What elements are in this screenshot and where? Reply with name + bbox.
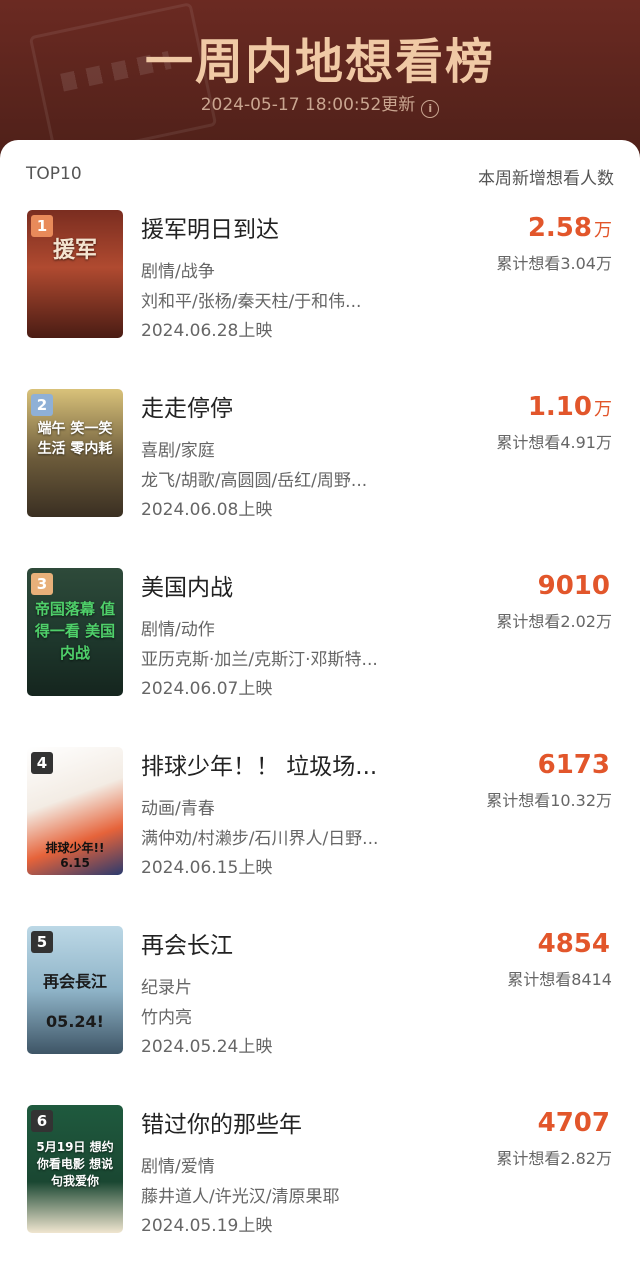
total-want: 累计想看3.04万 xyxy=(496,254,612,273)
rank-badge: 5 xyxy=(31,931,53,953)
movie-title[interactable]: 美国内战 xyxy=(141,568,233,602)
poster-text: 再会長江 05.24! xyxy=(42,972,107,1031)
movie-title[interactable]: 援军明日到达 xyxy=(141,210,279,244)
new-want-count: 1.10 万 xyxy=(528,392,612,422)
header-banner: 一周内地想看榜 2024-05-17 18:00:52更新 i xyxy=(0,0,640,160)
rank-badge: 6 xyxy=(31,1110,53,1132)
release-date: 2024.06.28上映 xyxy=(141,321,273,341)
list-item[interactable]: 排球少年!! 6.15 4 排球少年！！ 垃圾场... 动画/青春 满仲劝/村濑… xyxy=(0,747,640,878)
total-want: 累计想看2.02万 xyxy=(496,612,612,631)
rank-badge: 3 xyxy=(31,573,53,595)
release-date: 2024.05.24上映 xyxy=(141,1037,273,1057)
movie-poster[interactable]: 再会長江 05.24! 5 xyxy=(27,926,123,1054)
new-want-unit: 万 xyxy=(594,220,612,241)
total-want: 累计想看4.91万 xyxy=(496,433,612,452)
total-want: 累计想看10.32万 xyxy=(486,791,612,810)
movie-title[interactable]: 排球少年！！ 垃圾场... xyxy=(141,747,377,781)
new-want-value: 2.58 xyxy=(527,213,592,243)
poster-text: 5月19日 想约你看电影 想说句我爱你 xyxy=(36,1140,114,1188)
rank-badge: 4 xyxy=(31,752,53,774)
poster-text: 帝国落幕 值得一看 美国内战 xyxy=(34,600,116,662)
top10-label: TOP10 xyxy=(26,164,82,184)
info-icon[interactable]: i xyxy=(421,100,440,118)
movie-poster[interactable]: 帝国落幕 值得一看 美国内战 3 xyxy=(27,568,123,696)
update-time: 2024-05-17 18:00:52更新 i xyxy=(0,90,640,118)
movie-title[interactable]: 错过你的那些年 xyxy=(141,1105,302,1139)
release-date: 2024.06.08上映 xyxy=(141,500,273,520)
ranking-card: TOP10 本周新增想看人数 援军 1 援军明日到达 剧情/战争 刘和平/张杨/… xyxy=(0,140,640,1281)
list-item[interactable]: 援军 1 援军明日到达 剧情/战争 刘和平/张杨/秦天柱/于和伟... 2024… xyxy=(0,210,640,341)
movie-genre: 动画/青春 xyxy=(141,799,215,819)
movie-cast: 满仲劝/村濑步/石川界人/日野... xyxy=(141,829,379,849)
list-header: TOP10 本周新增想看人数 xyxy=(0,164,640,189)
movie-poster[interactable]: 排球少年!! 6.15 4 xyxy=(27,747,123,875)
new-want-count: 9010 xyxy=(538,571,612,601)
release-date: 2024.06.07上映 xyxy=(141,679,273,699)
release-date: 2024.05.19上映 xyxy=(141,1216,273,1236)
movie-genre: 纪录片 xyxy=(141,978,192,998)
new-want-count: 4854 xyxy=(538,929,612,959)
movie-genre: 剧情/爱情 xyxy=(141,1157,215,1177)
rank-badge: 1 xyxy=(31,215,53,237)
total-want: 累计想看2.82万 xyxy=(496,1149,612,1168)
new-want-unit: 万 xyxy=(594,399,612,420)
list-item[interactable]: 端午 笑一笑 生活 零内耗 2 走走停停 喜剧/家庭 龙飞/胡歌/高圆圆/岳红/… xyxy=(0,389,640,520)
list-item[interactable]: 帝国落幕 值得一看 美国内战 3 美国内战 剧情/动作 亚历克斯·加兰/克斯汀·… xyxy=(0,568,640,699)
list-item[interactable]: 再会長江 05.24! 5 再会长江 纪录片 竹内亮 2024.05.24上映 … xyxy=(0,926,640,1057)
new-want-value: 1.10 xyxy=(527,392,592,422)
new-want-value: 6173 xyxy=(537,750,610,780)
new-want-value: 4707 xyxy=(537,1108,610,1138)
release-date: 2024.06.15上映 xyxy=(141,858,273,878)
movie-genre: 剧情/动作 xyxy=(141,620,215,640)
movie-cast: 藤井道人/许光汉/清原果耶 xyxy=(141,1187,340,1207)
movie-genre: 喜剧/家庭 xyxy=(141,441,215,461)
movie-cast: 刘和平/张杨/秦天柱/于和伟... xyxy=(141,292,362,312)
movie-poster[interactable]: 5月19日 想约你看电影 想说句我爱你 6 xyxy=(27,1105,123,1233)
movie-cast: 竹内亮 xyxy=(141,1008,192,1028)
new-want-count: 2.58 万 xyxy=(528,213,612,243)
new-want-count: 6173 xyxy=(538,750,612,780)
movie-cast: 龙飞/胡歌/高圆圆/岳红/周野... xyxy=(141,471,368,491)
movie-title[interactable]: 走走停停 xyxy=(141,389,233,423)
movie-genre: 剧情/战争 xyxy=(141,262,215,282)
movie-poster[interactable]: 端午 笑一笑 生活 零内耗 2 xyxy=(27,389,123,517)
poster-text: 端午 笑一笑 生活 零内耗 xyxy=(37,421,113,457)
movie-poster[interactable]: 援军 1 xyxy=(27,210,123,338)
new-want-value: 4854 xyxy=(537,929,610,959)
update-time-text: 2024-05-17 18:00:52更新 xyxy=(200,95,416,115)
new-want-value: 9010 xyxy=(537,571,610,601)
total-want: 累计想看8414 xyxy=(507,970,612,989)
weekly-new-label: 本周新增想看人数 xyxy=(478,169,614,189)
movie-title[interactable]: 再会长江 xyxy=(141,926,233,960)
poster-text: 排球少年!! 6.15 xyxy=(45,841,105,870)
movie-cast: 亚历克斯·加兰/克斯汀·邓斯特... xyxy=(141,650,378,670)
list-item[interactable]: 5月19日 想约你看电影 想说句我爱你 6 错过你的那些年 剧情/爱情 藤井道人… xyxy=(0,1105,640,1236)
rank-badge: 2 xyxy=(31,394,53,416)
page-title: 一周内地想看榜 xyxy=(144,34,495,90)
new-want-count: 4707 xyxy=(538,1108,612,1138)
